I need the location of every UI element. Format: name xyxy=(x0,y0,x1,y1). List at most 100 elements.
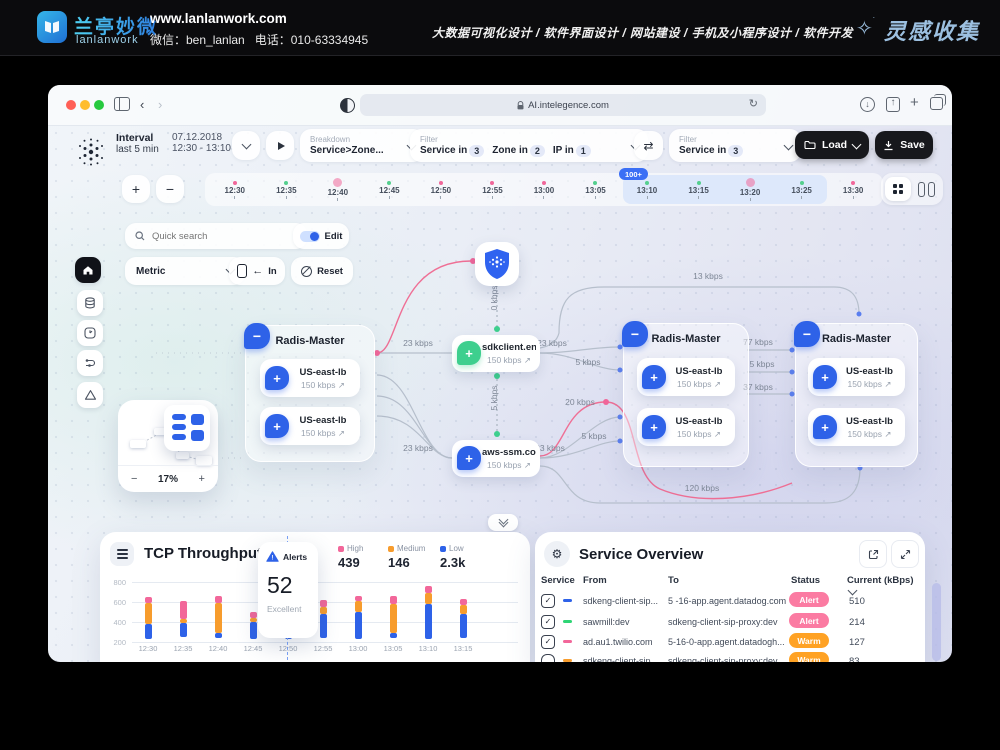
play-button[interactable] xyxy=(266,131,294,160)
expand-node-icon[interactable]: + xyxy=(642,365,666,389)
minimap-zoom-in-button[interactable]: + xyxy=(199,473,205,485)
interval-dropdown-button[interactable] xyxy=(232,131,260,160)
edit-toggle[interactable]: Edit xyxy=(293,223,349,249)
downloads-icon[interactable]: ↓ xyxy=(860,97,875,112)
node-us-east-lb[interactable]: + US-east-lb 150 kbps ↗ xyxy=(637,408,735,446)
interval-value: last 5 min xyxy=(116,144,159,155)
refresh-page-icon[interactable]: ↻ xyxy=(749,97,758,110)
timeline-tick[interactable]: 12:55 xyxy=(467,173,519,206)
traffic-in-button[interactable]: ← In xyxy=(229,257,285,285)
save-button[interactable]: Save xyxy=(875,131,933,159)
row-checkbox[interactable]: ✓ xyxy=(541,615,555,629)
load-label: Load xyxy=(822,139,847,151)
node-aws-ssm[interactable]: + aws-ssm.co... 150 kbps ↗ xyxy=(452,440,540,477)
expand-node-icon[interactable]: + xyxy=(813,415,837,439)
collapse-panel-button[interactable] xyxy=(488,514,518,531)
sidebar-item-alerts[interactable] xyxy=(77,382,103,408)
sidebar-item-flows[interactable] xyxy=(77,350,103,376)
reader-shield-icon[interactable] xyxy=(340,98,355,113)
url-bar[interactable]: AI.intelegence.com ↻ xyxy=(360,94,766,116)
col-service[interactable]: Service xyxy=(541,575,575,586)
sidebar-item-monitor[interactable] xyxy=(77,320,103,346)
timeline-tick[interactable]: 12:45 xyxy=(364,173,416,206)
sidebar-item-database[interactable] xyxy=(77,290,103,316)
scrollbar[interactable] xyxy=(932,583,941,661)
metric-dropdown[interactable]: Metric xyxy=(125,257,245,285)
share-icon[interactable]: ↑ xyxy=(886,97,900,112)
timeline-tick[interactable]: 13:30 xyxy=(827,173,879,206)
map-group-radis-master-2[interactable]: − Radis-Master + US-east-lb 150 kbps ↗ +… xyxy=(623,323,749,467)
alerts-status: Excellent xyxy=(267,604,302,614)
x-axis-label: 13:05 xyxy=(379,644,407,653)
row-checkbox[interactable]: ✓ xyxy=(541,594,555,608)
row-checkbox[interactable] xyxy=(541,654,555,662)
node-us-east-lb[interactable]: + US-east-lb 150 kbps ↗ xyxy=(637,358,735,396)
row-checkbox[interactable]: ✓ xyxy=(541,635,555,649)
node-us-east-lb[interactable]: + US-east-lb 150 kbps ↗ xyxy=(808,408,905,446)
map-group-radis-master-1[interactable]: − Radis-Master + US-east-lb 150 kbps ↗ +… xyxy=(245,325,375,462)
minimap[interactable]: − 17% + xyxy=(118,400,218,492)
quick-search[interactable] xyxy=(125,223,307,249)
tcp-bar-segment-medium xyxy=(425,593,432,604)
zoom-out-timeline-button[interactable]: − xyxy=(156,175,184,203)
expand-node-icon[interactable]: + xyxy=(265,366,289,390)
node-us-east-lb[interactable]: + US-east-lb 150 kbps ↗ xyxy=(808,358,905,396)
timeline-tick[interactable]: 13:05 xyxy=(570,173,622,206)
timeline-tick[interactable]: 12:30 xyxy=(209,173,261,206)
load-button[interactable]: Load xyxy=(795,131,869,159)
col-current[interactable]: Current (kBps) xyxy=(847,575,925,597)
reset-button[interactable]: Reset xyxy=(291,257,353,285)
node-us-east-lb[interactable]: + US-east-lb 150 kbps ↗ xyxy=(260,407,360,445)
breakdown-dropdown[interactable]: Breakdown Service>Zone... xyxy=(300,129,424,162)
expand-node-icon[interactable]: + xyxy=(813,365,837,389)
website-url: www.lanlanwork.com xyxy=(150,11,287,26)
filter2-dropdown[interactable]: Filter Service in 3 xyxy=(669,129,801,162)
y-axis-label: 800 xyxy=(104,578,126,587)
expand-node-icon[interactable]: + xyxy=(457,446,481,470)
timeline[interactable]: 100+ 12:30 12:35 12:40 12:45 12:50 12:55… xyxy=(205,173,883,206)
cell-current: 510 xyxy=(849,596,865,607)
node-us-east-lb[interactable]: + US-east-lb 150 kbps ↗ xyxy=(260,359,360,397)
timeline-tick[interactable]: 13:20 xyxy=(724,173,776,206)
timeline-tick[interactable]: 12:40 xyxy=(312,173,364,206)
timeline-tick[interactable]: 13:15 xyxy=(673,173,725,206)
timeline-tick[interactable]: 13:00 xyxy=(518,173,570,206)
zoom-in-timeline-button[interactable]: + xyxy=(122,175,150,203)
forward-icon[interactable]: › xyxy=(158,97,162,113)
grid-view-button[interactable] xyxy=(885,177,911,201)
minimize-window-icon[interactable] xyxy=(80,100,90,110)
col-status[interactable]: Status xyxy=(791,575,820,586)
security-shield-node[interactable] xyxy=(475,242,519,286)
col-to[interactable]: To xyxy=(668,575,679,586)
filter-service-count: 3 xyxy=(469,145,484,157)
refresh-data-button[interactable]: ⇄ xyxy=(634,131,663,160)
sidebar-toggle-icon[interactable] xyxy=(114,97,130,111)
expand-node-icon[interactable]: + xyxy=(265,414,289,438)
expand-node-icon[interactable]: + xyxy=(642,415,666,439)
columns-view-button[interactable] xyxy=(918,182,935,197)
timeline-tick[interactable]: 12:50 xyxy=(415,173,467,206)
sidebar-item-home[interactable] xyxy=(75,257,101,283)
node-sdkclient[interactable]: + sdkclient.eng... 150 kbps ↗ xyxy=(452,335,540,372)
back-icon[interactable]: ‹ xyxy=(140,97,144,113)
time-range-value: 12:30 - 13:10 xyxy=(172,143,231,154)
col-from[interactable]: From xyxy=(583,575,607,586)
new-tab-icon[interactable]: + xyxy=(910,95,919,111)
timeline-tick[interactable]: 13:25 xyxy=(776,173,828,206)
node-rate: 150 kbps ↗ xyxy=(290,380,356,391)
close-window-icon[interactable] xyxy=(66,100,76,110)
expand-panel-button[interactable] xyxy=(891,540,919,568)
expand-node-icon[interactable]: + xyxy=(457,341,481,365)
maximize-window-icon[interactable] xyxy=(94,100,104,110)
gear-icon[interactable]: ⚙ xyxy=(544,541,570,567)
map-group-radis-master-3[interactable]: − Radis-Master + US-east-lb 150 kbps ↗ +… xyxy=(795,323,918,467)
timeline-tick[interactable]: 12:35 xyxy=(261,173,313,206)
filter-dropdown[interactable]: Filter Service in 3 Zone in 2 IP in 1 xyxy=(410,129,648,162)
open-external-button[interactable] xyxy=(859,540,887,568)
minimap-zoom-out-button[interactable]: − xyxy=(131,473,137,485)
group-title: Radis-Master xyxy=(246,335,374,347)
tabs-overview-icon[interactable] xyxy=(930,97,943,110)
date-block: 07.12.2018 12:30 - 13:10 xyxy=(172,132,231,154)
minimap-viewport[interactable] xyxy=(164,405,210,451)
search-input[interactable] xyxy=(150,230,274,243)
